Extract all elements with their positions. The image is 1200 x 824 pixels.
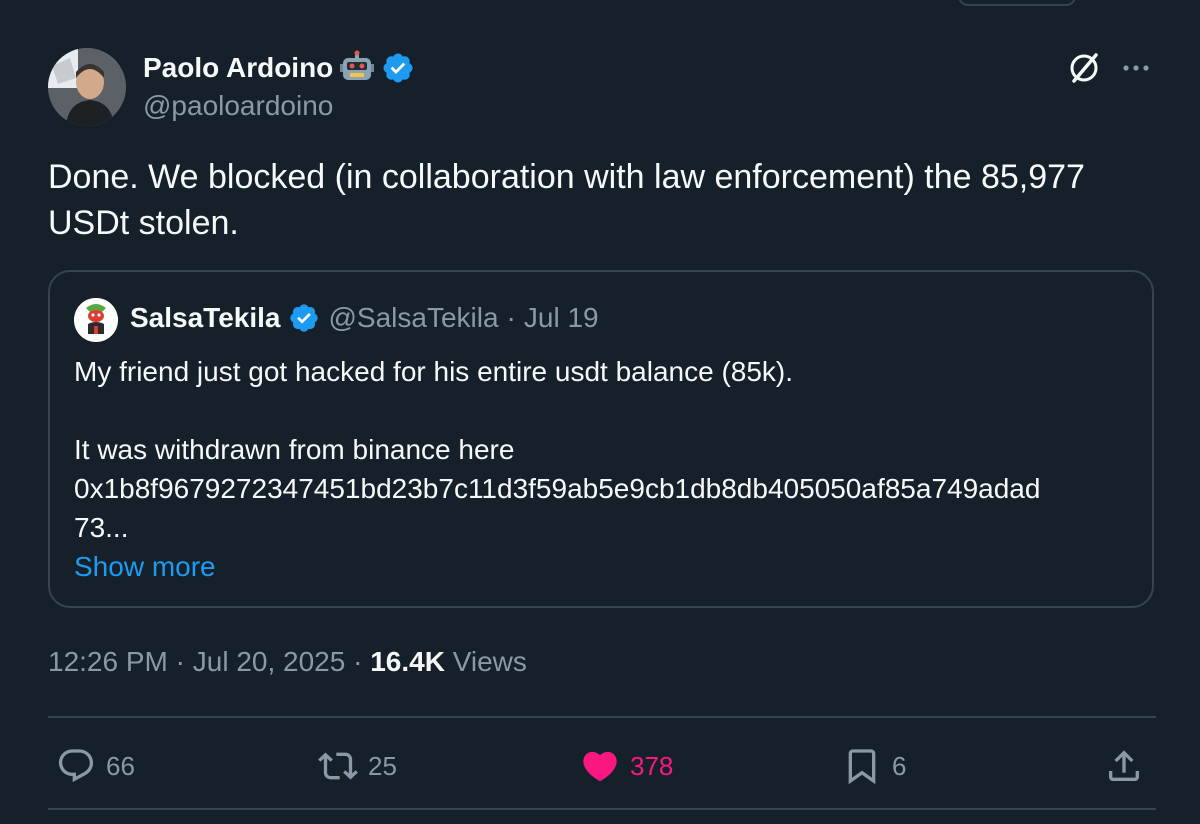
author-handle[interactable]: @paoloardoino — [143, 90, 333, 122]
quote-header[interactable]: SalsaTekila @SalsaTekila · Jul 19 — [130, 302, 599, 334]
quote-verified-badge-icon[interactable] — [288, 302, 320, 334]
tweet-text: Done. We blocked (in collaboration with … — [48, 154, 1158, 246]
repost-button[interactable]: 25 — [318, 744, 397, 788]
bookmark-icon — [848, 749, 876, 785]
tweet-meta-row: 12:26 PM · Jul 20, 2025 · 16.4K Views — [48, 646, 527, 678]
views-count[interactable]: 16.4K — [370, 646, 445, 677]
divider-bottom — [48, 808, 1156, 810]
quote-paragraph-gap — [74, 391, 1134, 430]
divider-top — [48, 716, 1156, 718]
like-count: 378 — [630, 750, 674, 781]
quote-text-line-4: 73... — [74, 512, 129, 543]
tweet-page: Paolo Ardoino @paoloardoino Done. We blo… — [0, 0, 1200, 824]
tweet-text-line-1: Done. We blocked (in collaboration with … — [48, 158, 1085, 196]
quote-separator: · — [506, 302, 516, 333]
repost-icon — [318, 752, 358, 780]
author-name[interactable]: Paolo Ardoino — [143, 52, 333, 84]
reply-icon — [58, 749, 94, 783]
quote-author-avatar[interactable] — [74, 298, 118, 342]
quote-avatar-image — [74, 298, 118, 342]
views-label[interactable]: Views — [453, 646, 527, 677]
show-more-link[interactable]: Show more — [74, 547, 1134, 586]
tweet-date[interactable]: Jul 20, 2025 — [193, 646, 346, 677]
quote-text-line-3: 0x1b8f9679272347451bd23b7c11d3f59ab5e9cb… — [74, 473, 1041, 504]
verified-badge-icon[interactable] — [381, 51, 415, 85]
quote-author-handle[interactable]: @SalsaTekila — [328, 302, 498, 334]
like-button[interactable]: 378 — [580, 744, 673, 788]
quote-body: My friend just got hacked for his entire… — [74, 352, 1134, 586]
quote-text-line-2: It was withdrawn from binance here — [74, 434, 515, 465]
author-name-row[interactable]: Paolo Ardoino — [143, 50, 415, 86]
tweet-text-line-2: USDt stolen. — [48, 204, 239, 242]
share-button[interactable] — [1104, 744, 1144, 788]
meta-separator: · — [175, 646, 185, 677]
avatar-photo — [48, 48, 126, 126]
like-icon — [583, 751, 617, 782]
author-avatar[interactable] — [48, 48, 126, 126]
more-icon[interactable] — [1116, 54, 1156, 82]
robot-emoji-icon — [340, 50, 375, 80]
reply-count: 66 — [106, 750, 135, 781]
top-button-edge[interactable] — [958, 0, 1076, 6]
meta-separator: · — [353, 646, 363, 677]
bookmark-count: 6 — [892, 750, 907, 781]
quote-text-line-1: My friend just got hacked for his entire… — [74, 356, 794, 387]
repost-count: 25 — [368, 750, 397, 781]
bookmark-button[interactable]: 6 — [842, 744, 906, 788]
grok-icon[interactable] — [1066, 50, 1102, 86]
reply-button[interactable]: 66 — [56, 744, 135, 788]
tweet-time[interactable]: 12:26 PM — [48, 646, 168, 677]
quote-tweet-card[interactable]: SalsaTekila @SalsaTekila · Jul 19 My fri… — [48, 270, 1154, 608]
quote-author-name[interactable]: SalsaTekila — [130, 302, 280, 334]
quote-date[interactable]: Jul 19 — [524, 302, 599, 334]
share-icon — [1109, 750, 1139, 781]
